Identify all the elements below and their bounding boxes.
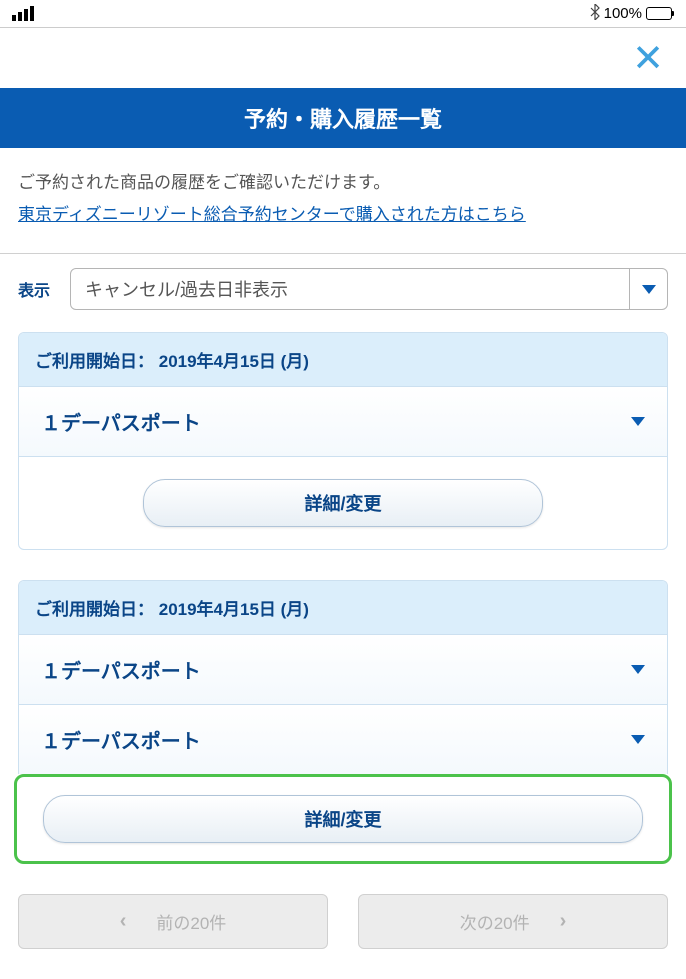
- bluetooth-icon: [590, 4, 600, 24]
- booking-item-row[interactable]: １デーパスポート: [19, 704, 667, 774]
- close-icon[interactable]: ✕: [632, 40, 664, 78]
- battery-icon: [646, 7, 674, 20]
- booking-item-row[interactable]: １デーパスポート: [19, 634, 667, 704]
- next-page-button[interactable]: 次の20件 ›: [358, 894, 668, 949]
- booking-item-label: １デーパスポート: [41, 655, 201, 684]
- chevron-down-icon: [631, 735, 645, 744]
- pagination: ‹ 前の20件 次の20件 ›: [0, 894, 686, 969]
- signal-indicator: [12, 6, 34, 21]
- booking-date-header: ご利用開始日： 2019年4月15日 (月): [19, 333, 667, 386]
- next-page-label: 次の20件: [460, 909, 530, 934]
- detail-change-button[interactable]: 詳細/変更: [143, 479, 543, 527]
- page-title: 予約・購入履歴一覧: [0, 88, 686, 148]
- chevron-right-icon: ›: [560, 910, 567, 933]
- intro-section: ご予約された商品の履歴をご確認いただけます。 東京ディズニーリゾート総合予約セン…: [0, 148, 686, 254]
- intro-link[interactable]: 東京ディズニーリゾート総合予約センターで購入された方はこちら: [18, 205, 526, 224]
- battery-percent: 100%: [604, 5, 642, 22]
- booking-card: ご利用開始日： 2019年4月15日 (月) １デーパスポート 詳細/変更: [18, 332, 668, 550]
- booking-card: ご利用開始日： 2019年4月15日 (月) １デーパスポート １デーパスポート: [18, 580, 668, 774]
- intro-text: ご予約された商品の履歴をご確認いただけます。: [18, 168, 668, 193]
- booking-date-header: ご利用開始日： 2019年4月15日 (月): [19, 581, 667, 634]
- prev-page-label: 前の20件: [156, 909, 226, 934]
- filter-select-value: キャンセル/過去日非表示: [70, 268, 630, 310]
- filter-label: 表示: [18, 277, 50, 301]
- filter-row: 表示 キャンセル/過去日非表示: [0, 254, 686, 332]
- filter-select[interactable]: キャンセル/過去日非表示: [70, 268, 668, 310]
- chevron-down-icon: [630, 268, 668, 310]
- chevron-down-icon: [631, 417, 645, 426]
- booking-item-row[interactable]: １デーパスポート: [19, 386, 667, 456]
- booking-item-label: １デーパスポート: [41, 407, 201, 436]
- detail-change-button[interactable]: 詳細/変更: [43, 795, 643, 843]
- booking-item-label: １デーパスポート: [41, 725, 201, 754]
- prev-page-button[interactable]: ‹ 前の20件: [18, 894, 328, 949]
- chevron-down-icon: [631, 665, 645, 674]
- highlighted-action: 詳細/変更: [14, 774, 672, 864]
- status-bar: 100%: [0, 0, 686, 28]
- chevron-left-icon: ‹: [120, 910, 127, 933]
